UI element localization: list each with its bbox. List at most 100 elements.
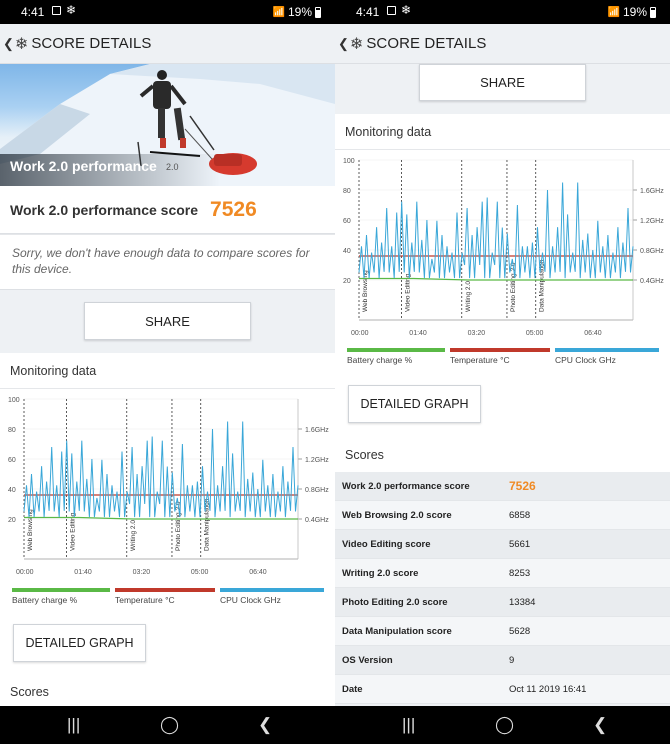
battery-percent: 19%: [287, 5, 312, 19]
x-tick-label: 03:20: [468, 330, 486, 337]
status-time: 4:41: [21, 5, 45, 19]
x-tick-label: 01:40: [74, 569, 92, 576]
back-chevron-icon[interactable]: ❮: [338, 36, 349, 52]
score-label: Work 2.0 performance score: [10, 201, 199, 218]
status-indicators-right: 📶 19%: [608, 5, 656, 19]
y-tick-label: 60: [343, 218, 351, 225]
status-indicators: 📶 19%: [273, 5, 321, 19]
phase-label: Video Editing: [404, 273, 411, 312]
back-chevron-icon[interactable]: ❮: [3, 36, 14, 52]
score-key: Video Editing score: [342, 538, 431, 550]
score-table-row: OS Version 9: [335, 646, 670, 675]
score-value: 7526: [210, 197, 257, 221]
status-bar-right: 4:41 ❄ 📶 19%: [335, 0, 670, 24]
score-value-cell: 7526: [509, 479, 536, 493]
right-screen: 4:41 ❄ 📶 19% ❮ ❄ SCORE DETAILS SHARE Mon…: [335, 0, 670, 744]
y-right-tick-label: 1.2GHz: [305, 457, 329, 464]
app-bar-right: ❮ ❄ SCORE DETAILS: [335, 24, 670, 64]
score-key: OS Version: [342, 654, 393, 666]
scores-title: Scores: [0, 678, 335, 706]
scores-table: Work 2.0 performance score 7526 Web Browsi…: [335, 472, 670, 706]
legend-battery: Battery charge %: [12, 588, 110, 605]
monitoring-title-right: Monitoring data: [335, 114, 670, 150]
left-screen: 4:41 ❄ 📶 19% ❮ ❄ SCORE DETAILS Work 2.0 …: [0, 0, 335, 744]
home-icon-right[interactable]: ◯: [495, 715, 514, 735]
signal-icon: 📶: [272, 6, 285, 18]
score-key: Data Manipulation score: [342, 625, 452, 637]
legend: Battery charge % Temperature °C CPU Cloc…: [12, 588, 324, 605]
snowflake-icon: ❄: [66, 3, 77, 17]
home-icon[interactable]: ◯: [160, 715, 179, 735]
monitoring-title: Monitoring data: [0, 353, 335, 389]
hero-version: 2.0: [166, 162, 179, 172]
y-right-tick-label: 0.8GHz: [640, 248, 664, 255]
score-value-cell: 6858: [509, 509, 531, 521]
share-button-right[interactable]: SHARE: [419, 64, 586, 101]
status-bar: 4:41 ❄ 📶 19%: [0, 0, 335, 24]
y-right-tick-label: 0.4GHz: [305, 517, 329, 524]
legend-cpu: CPU Clock GHz: [555, 348, 659, 365]
page-title: SCORE DETAILS: [31, 35, 152, 52]
score-key: Work 2.0 performance score: [342, 480, 470, 492]
y-right-tick-label: 1.6GHz: [640, 188, 664, 195]
score-table-row: Date Oct 11 2019 16:41: [335, 675, 670, 704]
pcmark-logo-icon: ❄: [349, 35, 364, 53]
score-value-cell: 5661: [509, 538, 531, 550]
y-right-tick-label: 0.4GHz: [640, 278, 664, 285]
legend-battery: Battery charge %: [347, 348, 445, 365]
legend-temperature: Temperature °C: [450, 348, 550, 365]
hero-label: Work 2.0 performance: [10, 158, 157, 174]
snowflake-icon: ❄: [401, 3, 412, 17]
nav-bar: ||| ◯ ❮ ||| ◯ ❮: [0, 706, 670, 744]
y-right-tick-label: 1.6GHz: [305, 427, 329, 434]
score-row: Work 2.0 performance score 7526: [0, 186, 335, 234]
monitoring-chart-panel-right: 20 40 60 80 100 0.4GHz 0.8GHz 1.2GHz 1.6GHz 00:00…: [335, 150, 670, 372]
phase-label: Writing 2.0: [130, 520, 137, 551]
detailed-graph-button-right[interactable]: DETAILED GRAPH: [348, 385, 481, 423]
y-tick-label: 20: [8, 517, 16, 524]
recents-icon[interactable]: |||: [67, 715, 80, 735]
y-tick-label: 40: [343, 248, 351, 255]
x-tick-label: 01:40: [409, 330, 427, 337]
gallery-icon: [52, 6, 61, 15]
monitoring-chart-right: 20 40 60 80 100 0.4GHz 0.8GHz 1.2GHz 1.6GHz 00:00…: [343, 158, 664, 337]
legend-right: Battery charge % Temperature °C CPU Cloc…: [347, 348, 659, 365]
recents-icon-right[interactable]: |||: [402, 715, 415, 735]
battery-icon: [650, 6, 656, 18]
y-tick-label: 20: [343, 278, 351, 285]
legend-temperature: Temperature °C: [115, 588, 215, 605]
status-time-right: 4:41: [356, 5, 380, 19]
share-button[interactable]: SHARE: [84, 302, 251, 340]
score-value-cell: Oct 11 2019 16:41: [509, 683, 587, 695]
x-tick-label: 00:00: [351, 330, 369, 337]
x-tick-label: 00:00: [16, 569, 34, 576]
score-table-row: Web Browsing 2.0 score 6858: [335, 501, 670, 530]
pcmark-logo-icon: ❄: [14, 35, 29, 53]
monitoring-chart-panel: 20 40 60 80 100 0.4GHz 0.8GHz 1.2GHz 1.6GHz 00:00…: [0, 389, 335, 614]
phase-label: Writing 2.0: [465, 281, 472, 312]
score-value-cell: 8253: [509, 567, 531, 579]
y-tick-label: 60: [8, 457, 16, 464]
app-bar: ❮ ❄ SCORE DETAILS: [0, 24, 335, 64]
score-table-row: Video Editing score 5661: [335, 530, 670, 559]
battery-percent-right: 19%: [622, 5, 647, 19]
cpu-series-line: [23, 421, 299, 518]
y-right-tick-label: 0.8GHz: [305, 487, 329, 494]
legend-cpu: CPU Clock GHz: [220, 588, 324, 605]
x-tick-label: 05:00: [526, 330, 544, 337]
monitoring-chart: 20 40 60 80 100 0.4GHz 0.8GHz 1.2GHz 1.6GHz 00:00…: [8, 397, 329, 576]
x-tick-label: 06:40: [584, 330, 602, 337]
score-table-row: Work 2.0 performance score 7526: [335, 472, 670, 501]
signal-icon: 📶: [607, 6, 620, 18]
score-table-row: Photo Editing 2.0 score 13384: [335, 588, 670, 617]
detailed-graph-button[interactable]: DETAILED GRAPH: [13, 624, 146, 662]
phase-label: Web Browsing: [27, 509, 34, 551]
cpu-series-line: [358, 182, 634, 279]
score-key: Photo Editing 2.0 score: [342, 596, 448, 608]
back-icon[interactable]: ❮: [258, 715, 272, 735]
y-tick-label: 40: [8, 487, 16, 494]
back-icon-right[interactable]: ❮: [593, 715, 607, 735]
x-tick-label: 06:40: [249, 569, 267, 576]
y-right-tick-label: 1.2GHz: [640, 218, 664, 225]
score-key: Date: [342, 683, 363, 695]
